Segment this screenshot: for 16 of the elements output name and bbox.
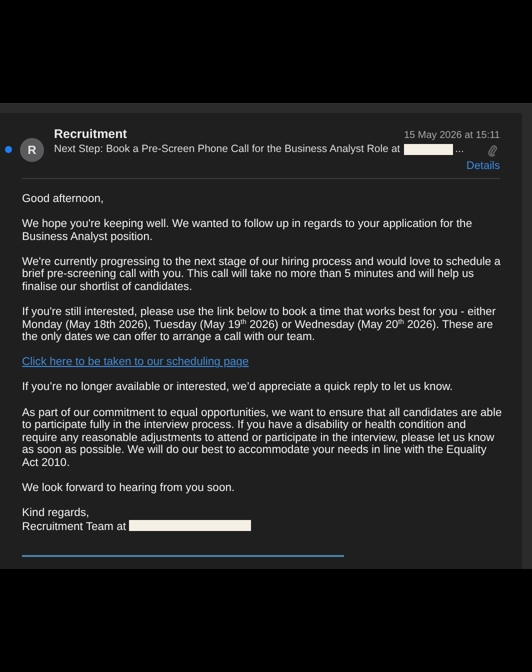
avatar-initial: R (20, 138, 44, 162)
details-link[interactable]: Details (466, 160, 500, 172)
signature-line: Recruitment Team at (22, 520, 504, 534)
body-paragraph: As part of our commitment to equal opportunities, we want to ensure that all candidates are able to participate fully in the interview process. If you have a disability or health condition and require any reasonable adjustments to attend or participate in the interview, please let us know as soon as possible. We will do our best to accommodate your needs in line with the Equality Act 2010. (22, 406, 503, 470)
subject-ellipsis: ... (455, 143, 464, 155)
sign-off: Kind regards, (22, 507, 90, 520)
message-date: 15 May 2026 at 15:11 (404, 130, 500, 141)
body-paragraph: We look forward to hearing from you soon. (22, 482, 236, 495)
body-paragraph: We hope you're keeping well. We wanted to follow up in regards to your application for the Business Analyst position. (22, 218, 474, 244)
sender-name: Recruitment (54, 127, 127, 141)
body-paragraph: If you're still interested, please use the link below to book a time that works best for you - either Monday (May 18th 2026), Tuesday (May 19$^{th}$ 2026) or Wednesday (May 20$^{th}$ 2026). These are the only dates we can offer to arrange a call with our team. (22, 306, 497, 344)
body-paragraph: If you’re no longer available or interested, we’d appreciate a quick reply to let us know. (22, 381, 454, 394)
body-paragraph: Good afternoon, (22, 193, 105, 206)
subject-line: Next Step: Book a Pre-Screen Phone Call for the Business Analyst Role at (54, 143, 400, 155)
body-paragraph: We're currently progressing to the next stage of our hiring process and would love to schedule a brief pre-screening call with you. This call will take no more than 5 minutes and will help us finalise our shortlist of candidates. (22, 256, 502, 294)
scheduling-link[interactable]: Click here to be taken to our scheduling page (22, 356, 249, 368)
